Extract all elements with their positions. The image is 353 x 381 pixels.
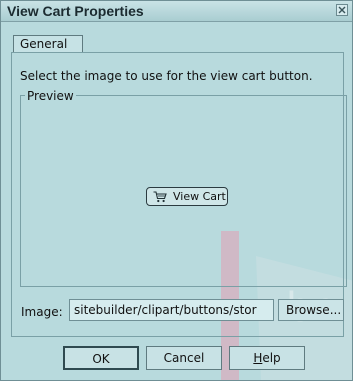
- dialog-title: View Cart Properties: [7, 3, 144, 19]
- close-button[interactable]: [336, 4, 348, 16]
- help-label-rest: elp: [262, 351, 281, 365]
- cancel-button[interactable]: Cancel: [146, 346, 222, 370]
- tab-general[interactable]: General: [13, 35, 83, 52]
- browse-button-label: Browse...: [286, 303, 342, 317]
- shopping-cart-icon: [153, 191, 167, 203]
- browse-button[interactable]: Browse...: [278, 299, 344, 321]
- tab-general-label: General: [20, 37, 68, 51]
- image-label: Image:: [21, 305, 63, 319]
- ok-button[interactable]: OK: [63, 346, 139, 370]
- view-cart-preview-label: View Cart: [173, 190, 226, 203]
- instruction-text: Select the image to use for the view car…: [20, 69, 313, 83]
- image-path-input[interactable]: [74, 302, 270, 318]
- image-path-field[interactable]: [69, 299, 274, 321]
- close-icon: [338, 6, 346, 14]
- view-cart-preview-button: View Cart: [146, 187, 228, 206]
- help-mnemonic: H: [253, 351, 263, 365]
- help-button[interactable]: Help: [229, 346, 305, 370]
- preview-group-label: Preview: [25, 89, 76, 103]
- view-cart-properties-dialog: br View Cart Properties General Select t…: [0, 0, 353, 381]
- title-bar: View Cart Properties: [1, 1, 352, 22]
